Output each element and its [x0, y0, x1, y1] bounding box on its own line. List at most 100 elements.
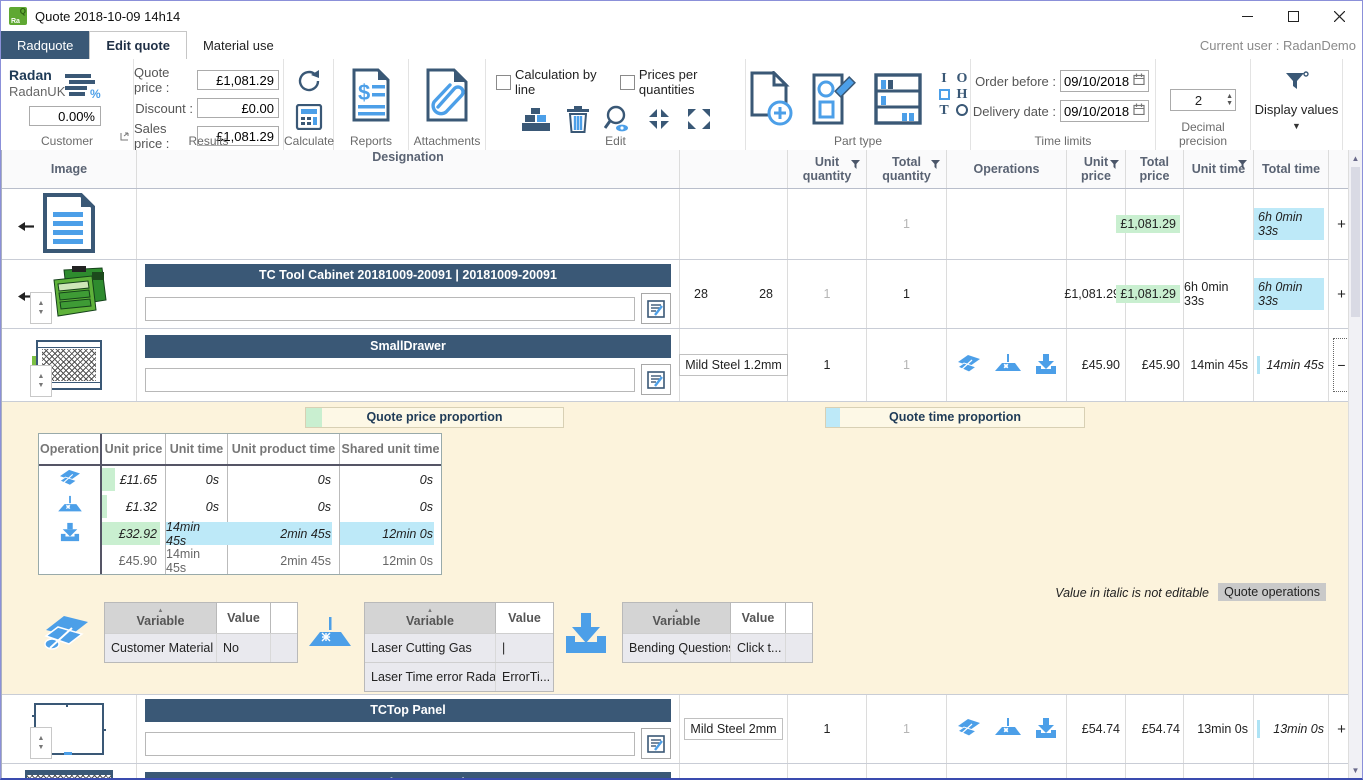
- calculation-by-line-checkbox[interactable]: [496, 75, 511, 90]
- designation-comment-input[interactable]: [145, 297, 635, 321]
- laser-cutting-icon[interactable]: [994, 717, 1022, 742]
- material-value[interactable]: Mild Steel 1.2mm: [679, 354, 788, 376]
- customer-discount-input[interactable]: [29, 106, 101, 126]
- table-row-tctool-hang-panel[interactable]: TCTool Hang Panel: [2, 764, 1354, 778]
- filter-icon[interactable]: [1110, 159, 1120, 173]
- total-time-value: 13min 0s: [1273, 722, 1324, 736]
- scroll-down-icon[interactable]: ▼: [1349, 762, 1362, 778]
- time-proportion-bar: [1257, 720, 1260, 738]
- calendar-icon[interactable]: [1133, 102, 1145, 120]
- decimal-precision-stepper[interactable]: 2 ▲▼: [1170, 89, 1236, 111]
- svg-text:$: $: [358, 80, 370, 105]
- filter-icon[interactable]: [851, 159, 861, 173]
- order-before-input[interactable]: [1064, 74, 1130, 89]
- calculator-icon[interactable]: [294, 104, 324, 135]
- attachments-icon[interactable]: [422, 67, 472, 128]
- ops-row-material[interactable]: £11.65 0s 0s 0s: [39, 466, 441, 493]
- header-material[interactable]: [680, 150, 788, 188]
- variable-row[interactable]: Bending Questions Click t...: [623, 633, 812, 662]
- ops-row-laser[interactable]: £1.32 0s 0s 0s: [39, 493, 441, 520]
- recalculate-icon[interactable]: [292, 65, 326, 102]
- row-order-spinner[interactable]: ▲▼: [30, 292, 52, 324]
- unit-price-value: £45.90: [1082, 358, 1120, 372]
- filter-icon[interactable]: [1238, 159, 1248, 173]
- maximize-button[interactable]: [1270, 1, 1316, 31]
- table-row-quote[interactable]: 1 £1,081.29 6h 0min 33s +: [2, 189, 1354, 260]
- note-edit-button[interactable]: [641, 728, 671, 759]
- header-unit-price[interactable]: Unit price: [1067, 150, 1126, 188]
- total-quantity-value: 1: [903, 358, 910, 372]
- material-icon[interactable]: [956, 717, 982, 742]
- header-image[interactable]: Image: [2, 150, 137, 188]
- ops-row-bending[interactable]: £32.92 14min 45s 2min 45s 12min 0s: [39, 520, 441, 547]
- header-designation[interactable]: Designation: [137, 150, 680, 188]
- cabinet-icon[interactable]: [872, 71, 924, 132]
- close-button[interactable]: [1316, 1, 1362, 31]
- display-values-button[interactable]: Display values ▼: [1251, 59, 1343, 150]
- table-row-cabinet[interactable]: ▲▼ TC Tool Cabinet 20181009-20091 | 2018…: [2, 260, 1354, 329]
- header-total-quantity[interactable]: Total quantity: [867, 150, 947, 188]
- spin-down-icon[interactable]: ▼: [1226, 100, 1233, 107]
- group-part-type: IO H T Part type: [746, 59, 971, 150]
- expand-row-button[interactable]: +: [1337, 216, 1346, 233]
- prices-per-quantities-checkbox[interactable]: [620, 75, 635, 90]
- customer-dialog-launcher-icon[interactable]: [120, 128, 129, 146]
- row-order-spinner[interactable]: ▲▼: [30, 365, 52, 397]
- table-row-tctop-panel[interactable]: ▲▼ TCTop Panel Mild Steel 2mm 1 1 £54.74: [2, 695, 1354, 764]
- vertical-scrollbar[interactable]: ▲ ▼: [1348, 150, 1362, 778]
- table-row-small-drawer[interactable]: ▲▼ SmallDrawer Mild Steel 1.2mm 1 1 £45.…: [2, 329, 1354, 402]
- expand-row-button[interactable]: +: [1337, 721, 1346, 738]
- delete-icon[interactable]: [566, 106, 590, 138]
- discount-input[interactable]: [197, 98, 279, 118]
- total-quantity-value: 1: [903, 287, 910, 301]
- collapse-all-icon[interactable]: [646, 107, 672, 136]
- total-price-value: £1,081.29: [1116, 285, 1180, 303]
- designation-comment-input[interactable]: [145, 368, 635, 392]
- expand-all-icon[interactable]: [686, 107, 712, 136]
- bending-unload-icon[interactable]: [1034, 717, 1058, 742]
- header-total-price[interactable]: Total price: [1126, 150, 1184, 188]
- spin-up-icon[interactable]: ▲: [1226, 93, 1233, 100]
- tab-edit-quote[interactable]: Edit quote: [89, 31, 187, 59]
- tab-radquote[interactable]: Radquote: [1, 31, 89, 59]
- build-assembly-icon[interactable]: [520, 106, 552, 137]
- edit-group-label: Edit: [486, 134, 745, 148]
- filter-icon[interactable]: [931, 159, 941, 173]
- material-icon[interactable]: [956, 353, 982, 378]
- laser-cutting-icon[interactable]: [994, 353, 1022, 378]
- quote-operations-panel: Quote price proportion Quote time propor…: [2, 402, 1354, 695]
- quote-price-input[interactable]: [197, 70, 279, 90]
- new-part-icon[interactable]: [746, 71, 796, 132]
- reports-icon[interactable]: $: [348, 67, 394, 128]
- profiles-icon[interactable]: IO H T: [936, 71, 970, 119]
- variable-row[interactable]: Customer Material No: [105, 633, 297, 662]
- delivery-date-input[interactable]: [1064, 104, 1130, 119]
- minimize-button[interactable]: [1224, 1, 1270, 31]
- header-unit-quantity[interactable]: Unit quantity: [788, 150, 867, 188]
- unit-quantity-value: 1: [824, 287, 831, 301]
- note-edit-button[interactable]: [641, 364, 671, 395]
- tab-material-use[interactable]: Material use: [187, 31, 290, 59]
- discount-label: Discount :: [135, 101, 193, 116]
- header-operations[interactable]: Operations: [947, 150, 1067, 188]
- calendar-icon[interactable]: [1133, 72, 1145, 90]
- designation-comment-input[interactable]: [145, 732, 635, 756]
- edit-part-icon[interactable]: [808, 71, 860, 132]
- bending-unload-icon[interactable]: [1034, 353, 1058, 378]
- variable-row[interactable]: Laser Time error Radan ErrorTi...: [365, 662, 553, 691]
- radquote-window: QRa Quote 2018-10-09 14h14 Radquote Edit…: [0, 0, 1363, 780]
- unit-time-value: 6h 0min 33s: [1184, 280, 1248, 308]
- reports-group-label: Reports: [334, 134, 408, 148]
- scrollbar-thumb[interactable]: [1351, 167, 1360, 317]
- calculate-group-label: Calculate: [284, 134, 333, 148]
- header-total-time[interactable]: Total time: [1254, 150, 1329, 188]
- row-order-spinner[interactable]: ▲▼: [30, 727, 52, 759]
- variable-row[interactable]: Laser Cutting Gas |: [365, 633, 553, 662]
- header-unit-time[interactable]: Unit time: [1184, 150, 1254, 188]
- expand-row-button[interactable]: +: [1337, 286, 1346, 303]
- material-value[interactable]: Mild Steel 2mm: [684, 718, 782, 740]
- part-type-group-label: Part type: [746, 134, 970, 148]
- note-edit-button[interactable]: [641, 293, 671, 324]
- prices-per-quantities-label: Prices per quantities: [639, 67, 745, 97]
- scroll-up-icon[interactable]: ▲: [1349, 150, 1362, 166]
